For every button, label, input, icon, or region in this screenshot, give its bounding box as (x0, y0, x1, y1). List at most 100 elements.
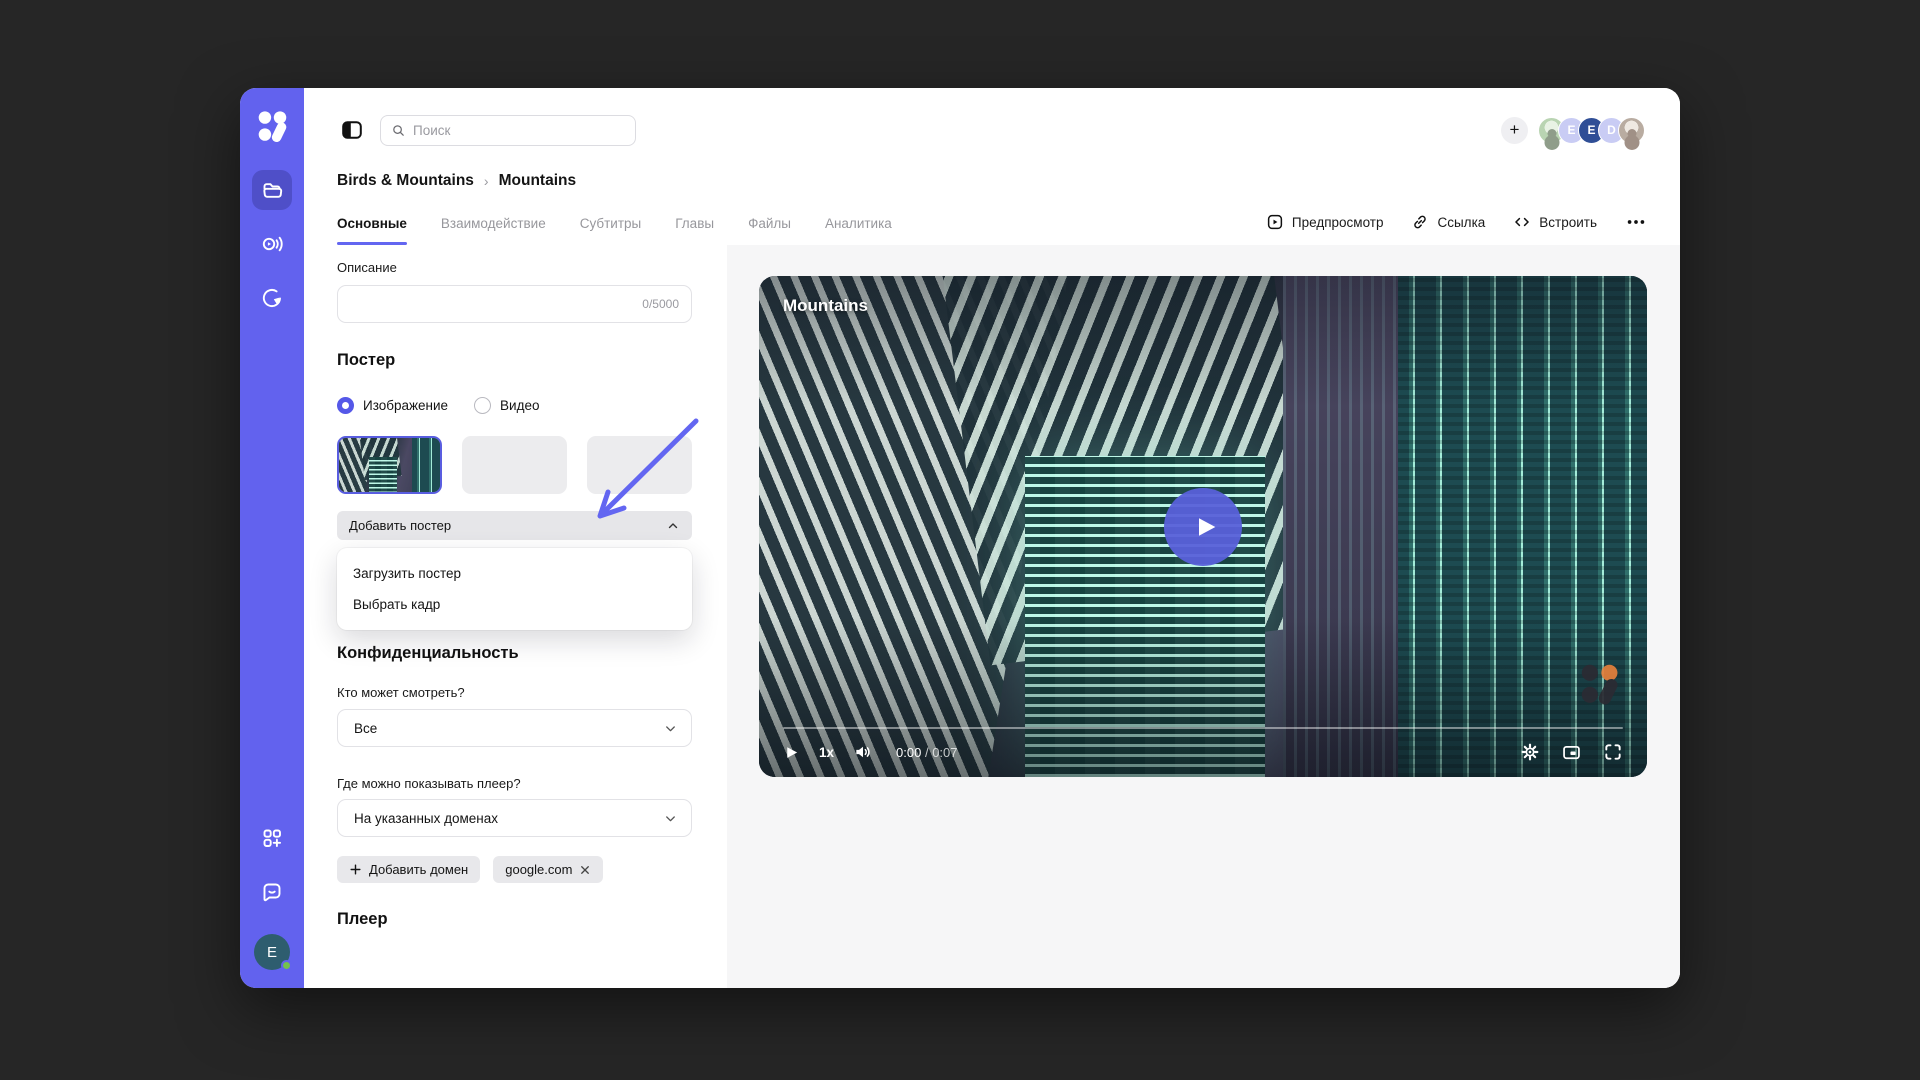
preview-icon (1267, 214, 1283, 230)
breadcrumb-separator: › (483, 173, 489, 189)
radio-image[interactable]: Изображение (337, 397, 448, 414)
video-player[interactable]: Mountains 1x 0:00 / 0:07 (759, 276, 1647, 777)
breadcrumb-current: Mountains (498, 172, 577, 189)
content: Описание 0/5000 Постер Изображение Видео… (304, 245, 1680, 988)
tabs-row: Основные Взаимодействие Субтитры Главы Ф… (337, 211, 1647, 245)
big-play-button[interactable] (1164, 487, 1242, 566)
fullscreen-icon (1605, 744, 1621, 760)
kinescope-watermark-icon (1581, 664, 1618, 705)
where-player-value: На указанных доменах (354, 810, 499, 826)
add-member-button[interactable]: + (1501, 116, 1528, 144)
add-poster-button[interactable]: Добавить постер (337, 511, 692, 540)
sidebar-item-live[interactable] (252, 224, 292, 264)
description-counter: 0/5000 (642, 297, 679, 311)
radio-image-label: Изображение (363, 398, 449, 413)
breadcrumb-parent[interactable]: Birds & Mountains (337, 172, 474, 190)
collapse-sidebar-button[interactable] (340, 118, 364, 142)
pip-button[interactable] (1561, 742, 1582, 763)
player-controls: 1x 0:00 / 0:07 (783, 739, 1623, 765)
description-input[interactable]: 0/5000 (337, 285, 692, 323)
poster-type-radios: Изображение Видео (337, 397, 692, 414)
play-icon (787, 746, 798, 758)
embed-icon (1515, 217, 1530, 227)
topbar-right: + E E D (1501, 116, 1645, 144)
plus-icon (350, 864, 361, 875)
search-input[interactable] (380, 114, 636, 146)
poster-thumbnail-selected[interactable] (337, 436, 442, 494)
copy-link-button[interactable]: Ссылка (1411, 213, 1485, 231)
sidebar-item-videos[interactable] (252, 170, 292, 210)
link-icon (1414, 215, 1427, 229)
app-window: E Поиск + E E D Birds & Mountains › Moun… (240, 88, 1680, 988)
poster-thumbnail-empty[interactable] (462, 436, 567, 494)
menu-item-upload-poster[interactable]: Загрузить постер (337, 558, 692, 589)
chat-bubble-icon (263, 883, 281, 902)
tabs: Основные Взаимодействие Субтитры Главы Ф… (337, 216, 892, 245)
progress-bar[interactable] (783, 727, 1623, 729)
embed-button[interactable]: Встроить (1513, 213, 1597, 231)
close-icon (581, 865, 590, 874)
time-current: 0:00 (896, 744, 922, 760)
fullscreen-button[interactable] (1603, 742, 1623, 762)
tab-interaction[interactable]: Взаимодействие (441, 216, 546, 245)
radio-image-dot (337, 397, 354, 414)
ellipsis-icon (1627, 220, 1645, 224)
tab-files[interactable]: Файлы (748, 216, 791, 245)
circle-record-icon (262, 288, 281, 308)
description-input-field[interactable] (350, 296, 643, 312)
search-input-field[interactable] (413, 122, 625, 138)
poster-section-title: Постер (337, 351, 396, 369)
kinescope-logo-icon (258, 111, 287, 143)
main-area: + E E D Birds & Mountains › Mountains (304, 88, 1680, 988)
more-actions-button[interactable] (1625, 211, 1647, 233)
preview-area: Mountains 1x 0:00 / 0:07 (727, 245, 1680, 988)
remove-domain-button[interactable] (579, 864, 591, 876)
add-domain-button[interactable]: Добавить домен (337, 856, 481, 883)
add-poster-menu: Загрузить постер Выбрать кадр (337, 548, 692, 630)
sidebar-item-recorder[interactable] (252, 278, 292, 318)
where-player-select[interactable]: На указанных доменах (337, 799, 692, 837)
poster-thumbnail-empty[interactable] (587, 436, 692, 494)
volume-icon (856, 746, 870, 758)
sidebar-item-chat[interactable] (252, 872, 292, 912)
preview-button[interactable]: Предпросмотр (1266, 213, 1384, 231)
chevron-down-icon (666, 815, 675, 821)
settings-button[interactable] (1520, 742, 1540, 762)
poster-thumbnails (337, 436, 692, 494)
member-avatars: E E D (1538, 116, 1645, 144)
sidebar-nav (252, 170, 292, 318)
member-avatar[interactable] (1618, 116, 1645, 144)
topbar: + E E D (304, 88, 1680, 146)
tab-main[interactable]: Основные (337, 216, 407, 245)
gear-icon (1521, 743, 1539, 761)
picture-in-picture-icon (1563, 745, 1580, 759)
preview-label: Предпросмотр (1291, 214, 1384, 230)
radio-video[interactable]: Видео (474, 397, 540, 414)
tab-subtitles[interactable]: Субтитры (580, 216, 642, 245)
who-can-watch-select[interactable]: Все (337, 709, 692, 747)
tab-chapters[interactable]: Главы (675, 216, 714, 245)
volume-button[interactable] (853, 742, 873, 762)
copy-link-label: Ссылка (1437, 214, 1486, 230)
desktop-background: E Поиск + E E D Birds & Mountains › Moun… (0, 0, 1920, 1080)
page-head: Birds & Mountains › Mountains Основные В… (304, 146, 1680, 245)
sidebar-item-apps[interactable] (252, 818, 292, 858)
radio-video-label: Видео (500, 398, 540, 413)
broadcast-icon (262, 236, 283, 252)
menu-item-choose-frame[interactable]: Выбрать кадр (337, 589, 692, 620)
who-can-watch-value: Все (354, 720, 378, 736)
who-can-watch-label: Кто может смотреть? (337, 685, 465, 700)
collapse-sidebar-icon (342, 121, 362, 139)
breadcrumb: Birds & Mountains › Mountains (337, 172, 1647, 190)
add-poster-label: Добавить постер (349, 518, 452, 533)
play-button[interactable] (783, 744, 800, 761)
add-poster-dropdown: Добавить постер Загрузить постер Выбрать… (337, 511, 692, 630)
domain-tag: google.com (493, 856, 604, 883)
playback-speed-button[interactable]: 1x (819, 745, 834, 760)
user-avatar[interactable]: E (254, 934, 292, 971)
domains-row: Добавить домен google.com (337, 856, 692, 883)
time-duration: / 0:07 (924, 744, 958, 760)
user-avatar-initial: E (266, 943, 277, 961)
privacy-section-title: Конфиденциальность (337, 644, 519, 662)
tab-analytics[interactable]: Аналитика (825, 216, 892, 245)
